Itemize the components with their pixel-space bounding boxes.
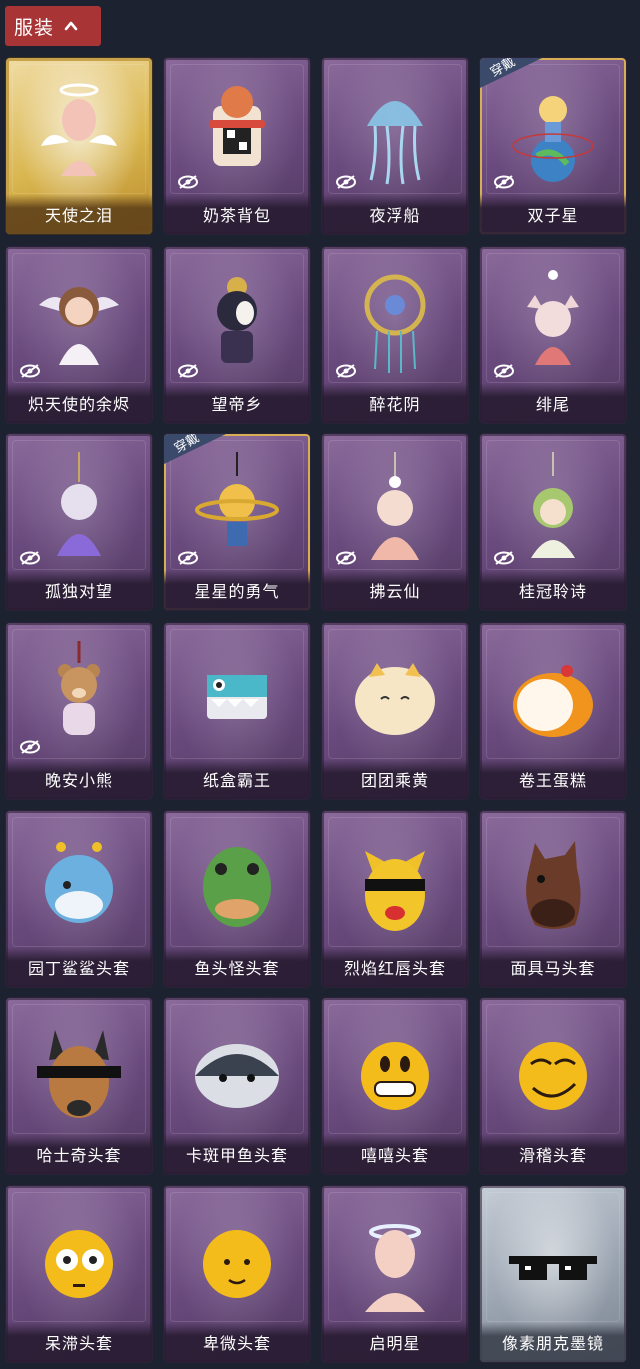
costume-card[interactable]: 穿戴 星星的勇气 bbox=[164, 434, 310, 610]
hidden-eye-icon[interactable] bbox=[335, 550, 357, 566]
hidden-eye-icon[interactable] bbox=[493, 550, 515, 566]
round-creature-icon bbox=[347, 641, 443, 753]
grin-emoji-icon bbox=[347, 1016, 443, 1128]
hidden-eye-icon[interactable] bbox=[19, 363, 41, 379]
seraph-figure-icon bbox=[31, 265, 127, 377]
costume-card[interactable]: 卑微头套 bbox=[164, 1186, 310, 1362]
hidden-eye-icon[interactable] bbox=[177, 550, 199, 566]
costume-card[interactable]: 夜浮船 bbox=[322, 58, 468, 234]
fish-head-icon bbox=[189, 829, 285, 941]
hidden-eye-icon[interactable] bbox=[177, 363, 199, 379]
costume-name: 鱼头怪头套 bbox=[164, 947, 310, 987]
costume-name: 星星的勇气 bbox=[164, 570, 310, 610]
costume-card[interactable]: 团团乘黄 bbox=[322, 623, 468, 799]
smirk-emoji-icon bbox=[505, 1016, 601, 1128]
costume-card[interactable]: 桂冠聆诗 bbox=[480, 434, 626, 610]
star-prince-icon bbox=[189, 452, 285, 564]
costume-card[interactable]: 绯尾 bbox=[480, 247, 626, 423]
costume-name: 奶茶背包 bbox=[164, 194, 310, 234]
costume-card[interactable]: 面具马头套 bbox=[480, 811, 626, 987]
milk-tea-backpack-icon bbox=[189, 76, 285, 188]
costume-card[interactable]: 拂云仙 bbox=[322, 434, 468, 610]
laurel-charm-icon bbox=[505, 452, 601, 564]
dreamcatcher-icon bbox=[347, 265, 443, 377]
costume-card[interactable]: 哈士奇头套 bbox=[6, 998, 152, 1174]
costume-name: 滑稽头套 bbox=[480, 1134, 626, 1174]
costume-card[interactable]: 穿戴 双子星 bbox=[480, 58, 626, 234]
costume-name: 呆滞头套 bbox=[6, 1322, 152, 1362]
costume-name: 拂云仙 bbox=[322, 570, 468, 610]
costume-card[interactable]: 滑稽头套 bbox=[480, 998, 626, 1174]
costume-card[interactable]: 望帝乡 bbox=[164, 247, 310, 423]
fox-figure-icon bbox=[505, 265, 601, 377]
costume-name: 面具马头套 bbox=[480, 947, 626, 987]
costume-name: 晚安小熊 bbox=[6, 759, 152, 799]
costume-card[interactable]: 卷王蛋糕 bbox=[480, 623, 626, 799]
costume-card[interactable]: 启明星 bbox=[322, 1186, 468, 1362]
costume-card[interactable]: 像素朋克墨镜 bbox=[480, 1186, 626, 1362]
costume-name: 纸盒霸王 bbox=[164, 759, 310, 799]
pixel-sunglasses-icon bbox=[505, 1204, 601, 1316]
pikachu-head-icon bbox=[347, 829, 443, 941]
mask-figure-icon bbox=[189, 265, 285, 377]
hidden-eye-icon[interactable] bbox=[493, 174, 515, 190]
costume-card[interactable]: 卡斑甲鱼头套 bbox=[164, 998, 310, 1174]
costume-name: 团团乘黄 bbox=[322, 759, 468, 799]
hidden-eye-icon[interactable] bbox=[19, 739, 41, 755]
jellyfish-icon bbox=[347, 76, 443, 188]
charm-figure-icon bbox=[31, 452, 127, 564]
hidden-eye-icon[interactable] bbox=[335, 363, 357, 379]
costume-card[interactable]: 孤独对望 bbox=[6, 434, 152, 610]
costume-card[interactable]: 园丁鲨鲨头套 bbox=[6, 811, 152, 987]
costume-name: 卡斑甲鱼头套 bbox=[164, 1134, 310, 1174]
hidden-eye-icon[interactable] bbox=[493, 363, 515, 379]
hidden-eye-icon[interactable] bbox=[19, 550, 41, 566]
costume-card[interactable]: 烈焰红唇头套 bbox=[322, 811, 468, 987]
costume-name: 卑微头套 bbox=[164, 1322, 310, 1362]
costume-name: 哈士奇头套 bbox=[6, 1134, 152, 1174]
costume-name: 望帝乡 bbox=[164, 383, 310, 423]
worn-badge: 穿戴 bbox=[164, 434, 226, 464]
worn-badge: 穿戴 bbox=[480, 58, 542, 88]
costume-card[interactable]: 晚安小熊 bbox=[6, 623, 152, 799]
costume-card[interactable]: 呆滞头套 bbox=[6, 1186, 152, 1362]
gemini-figure-icon bbox=[505, 76, 601, 188]
shy-emoji-icon bbox=[189, 1204, 285, 1316]
costume-name: 天使之泪 bbox=[6, 194, 152, 234]
shark-head-icon bbox=[31, 829, 127, 941]
costume-name: 醉花阴 bbox=[322, 383, 468, 423]
roll-cake-icon bbox=[505, 641, 601, 753]
costume-name: 嘻嘻头套 bbox=[322, 1134, 468, 1174]
horse-head-icon bbox=[505, 829, 601, 941]
hidden-eye-icon[interactable] bbox=[335, 174, 357, 190]
costume-name: 像素朋克墨镜 bbox=[480, 1322, 626, 1362]
costume-card[interactable]: 纸盒霸王 bbox=[164, 623, 310, 799]
costume-card[interactable]: 奶茶背包 bbox=[164, 58, 310, 234]
costume-name: 夜浮船 bbox=[322, 194, 468, 234]
costume-name: 绯尾 bbox=[480, 383, 626, 423]
hidden-eye-icon[interactable] bbox=[177, 174, 199, 190]
costume-name: 桂冠聆诗 bbox=[480, 570, 626, 610]
costume-name: 炽天使的余烬 bbox=[6, 383, 152, 423]
costume-card[interactable]: 嘻嘻头套 bbox=[322, 998, 468, 1174]
costume-card[interactable]: 炽天使的余烬 bbox=[6, 247, 152, 423]
costume-name: 双子星 bbox=[480, 194, 626, 234]
costume-card[interactable]: 鱼头怪头套 bbox=[164, 811, 310, 987]
costume-name: 烈焰红唇头套 bbox=[322, 947, 468, 987]
costume-card[interactable]: 天使之泪 bbox=[6, 58, 152, 234]
costume-grid: 天使之泪 奶茶背包 夜浮船 穿戴 双子星 炽天使的余烬 望帝乡 醉花阴 绯尾 孤独 bbox=[0, 0, 640, 1369]
dazed-emoji-icon bbox=[31, 1204, 127, 1316]
costume-name: 孤独对望 bbox=[6, 570, 152, 610]
whale-head-icon bbox=[189, 1016, 285, 1128]
costume-name: 启明星 bbox=[322, 1322, 468, 1362]
halo-head-icon bbox=[347, 1204, 443, 1316]
bear-charm-icon bbox=[31, 641, 127, 753]
cloud-fairy-icon bbox=[347, 452, 443, 564]
costume-card[interactable]: 醉花阴 bbox=[322, 247, 468, 423]
husky-head-icon bbox=[31, 1016, 127, 1128]
costume-name: 园丁鲨鲨头套 bbox=[6, 947, 152, 987]
costume-name: 卷王蛋糕 bbox=[480, 759, 626, 799]
angel-mannequin-icon bbox=[31, 76, 127, 188]
box-dinosaur-icon bbox=[189, 641, 285, 753]
